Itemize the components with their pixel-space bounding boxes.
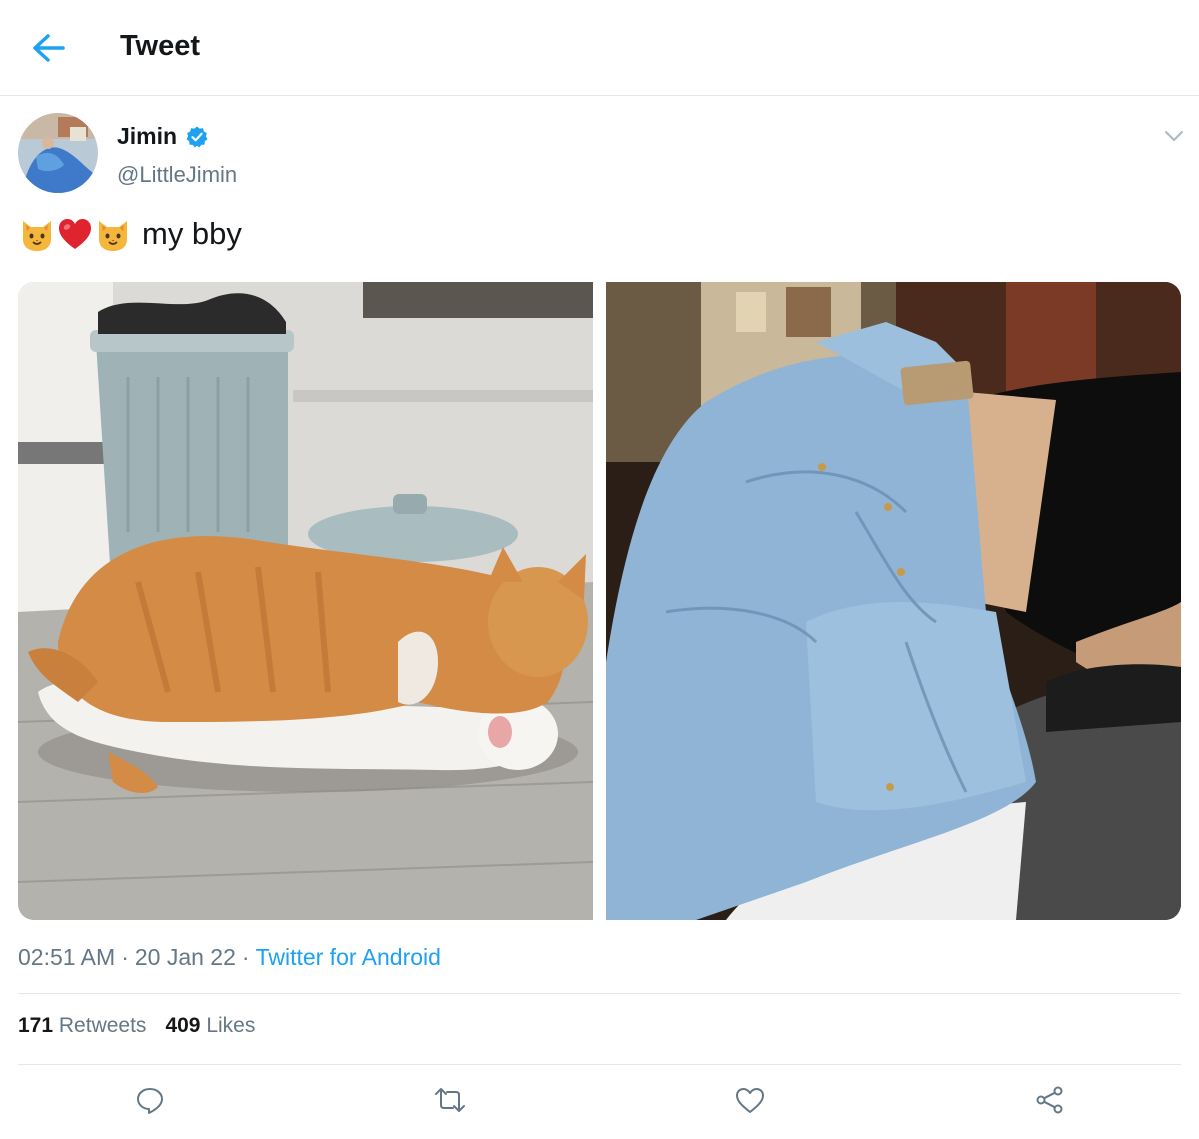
author-name: Jimin <box>117 123 178 149</box>
chevron-down-icon <box>1165 131 1183 141</box>
likes-count: 409 <box>165 1014 201 1037</box>
tweet-source-link[interactable]: Twitter for Android <box>256 944 441 971</box>
tweet-body: my bby <box>142 216 242 251</box>
likes-label: Likes <box>206 1014 256 1037</box>
tweet-time: 02:51 AM <box>18 944 116 970</box>
meta-separator: · <box>241 944 250 970</box>
verified-badge-icon <box>186 126 208 147</box>
top-bar: Tweet <box>0 0 1199 96</box>
back-button[interactable] <box>26 28 70 68</box>
cat-face-emoji <box>99 221 127 251</box>
red-heart-emoji <box>59 219 91 249</box>
retweet-icon <box>435 1088 465 1112</box>
like-button[interactable] <box>730 1080 770 1120</box>
jeans-photo[interactable] <box>606 282 1181 920</box>
reply-icon <box>137 1088 163 1114</box>
author-name-row[interactable]: Jimin <box>117 123 209 150</box>
more-options-button[interactable] <box>1160 124 1188 148</box>
page-title: Tweet <box>120 30 201 62</box>
tweet-date: 20 Jan 22 <box>134 944 236 970</box>
cat-face-emoji <box>23 221 51 251</box>
author-handle[interactable]: @LittleJimin <box>117 162 237 188</box>
retweets-count: 171 <box>18 1014 54 1037</box>
like-icon <box>736 1088 764 1113</box>
meta-separator: · <box>121 944 129 970</box>
avatar[interactable] <box>18 113 98 193</box>
reply-button[interactable] <box>130 1080 170 1120</box>
share-button[interactable] <box>1030 1080 1070 1120</box>
retweet-button[interactable] <box>430 1080 470 1120</box>
tweet-text: my bby <box>18 215 242 253</box>
retweets-label: Retweets <box>58 1014 147 1037</box>
cat-photo[interactable] <box>18 282 593 920</box>
tweet-stats: 171 Retweets 409 Likes <box>18 1014 255 1038</box>
retweets-stat[interactable]: 171 Retweets <box>18 1014 146 1038</box>
likes-stat[interactable]: 409 Likes <box>165 1014 255 1038</box>
arrow-left-icon <box>33 34 65 62</box>
divider <box>18 993 1181 994</box>
tweet-meta: 02:51 AM · 20 Jan 22 · Twitter for Andro… <box>18 944 441 971</box>
divider <box>18 1064 1181 1065</box>
share-icon <box>1036 1086 1063 1114</box>
